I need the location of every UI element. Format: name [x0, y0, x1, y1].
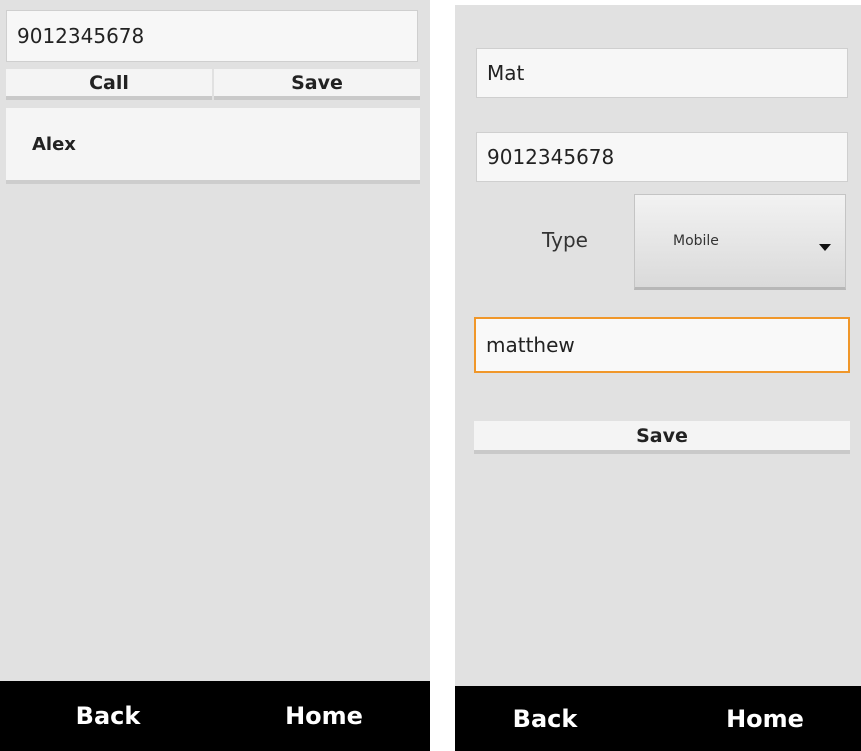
nickname-input[interactable]: matthew [474, 317, 850, 373]
back-button[interactable]: Back [38, 681, 178, 751]
edit-contact-screen: Mat 9012345678 Type Mobile matthew Save … [455, 5, 861, 751]
home-button[interactable]: Home [254, 681, 394, 751]
dropdown-caret-icon [819, 244, 831, 251]
phone-type-dropdown[interactable]: Mobile [634, 194, 846, 290]
name-input[interactable]: Mat [476, 48, 848, 98]
phone-number-input[interactable]: 9012345678 [6, 10, 418, 62]
back-button[interactable]: Back [475, 686, 615, 751]
home-button[interactable]: Home [695, 686, 835, 751]
save-button[interactable]: Save [214, 69, 420, 100]
call-button[interactable]: Call [6, 69, 212, 100]
type-label: Type [542, 228, 588, 252]
phone-number-input[interactable]: 9012345678 [476, 132, 848, 182]
contact-list-item[interactable]: Alex [6, 108, 420, 184]
dropdown-selected-value: Mobile [673, 233, 719, 249]
bottom-nav-bar: Back Home [455, 686, 861, 751]
contact-search-screen: 9012345678 Call Save Alex Back Home [0, 0, 430, 751]
save-button[interactable]: Save [474, 421, 850, 454]
bottom-nav-bar: Back Home [0, 681, 430, 751]
